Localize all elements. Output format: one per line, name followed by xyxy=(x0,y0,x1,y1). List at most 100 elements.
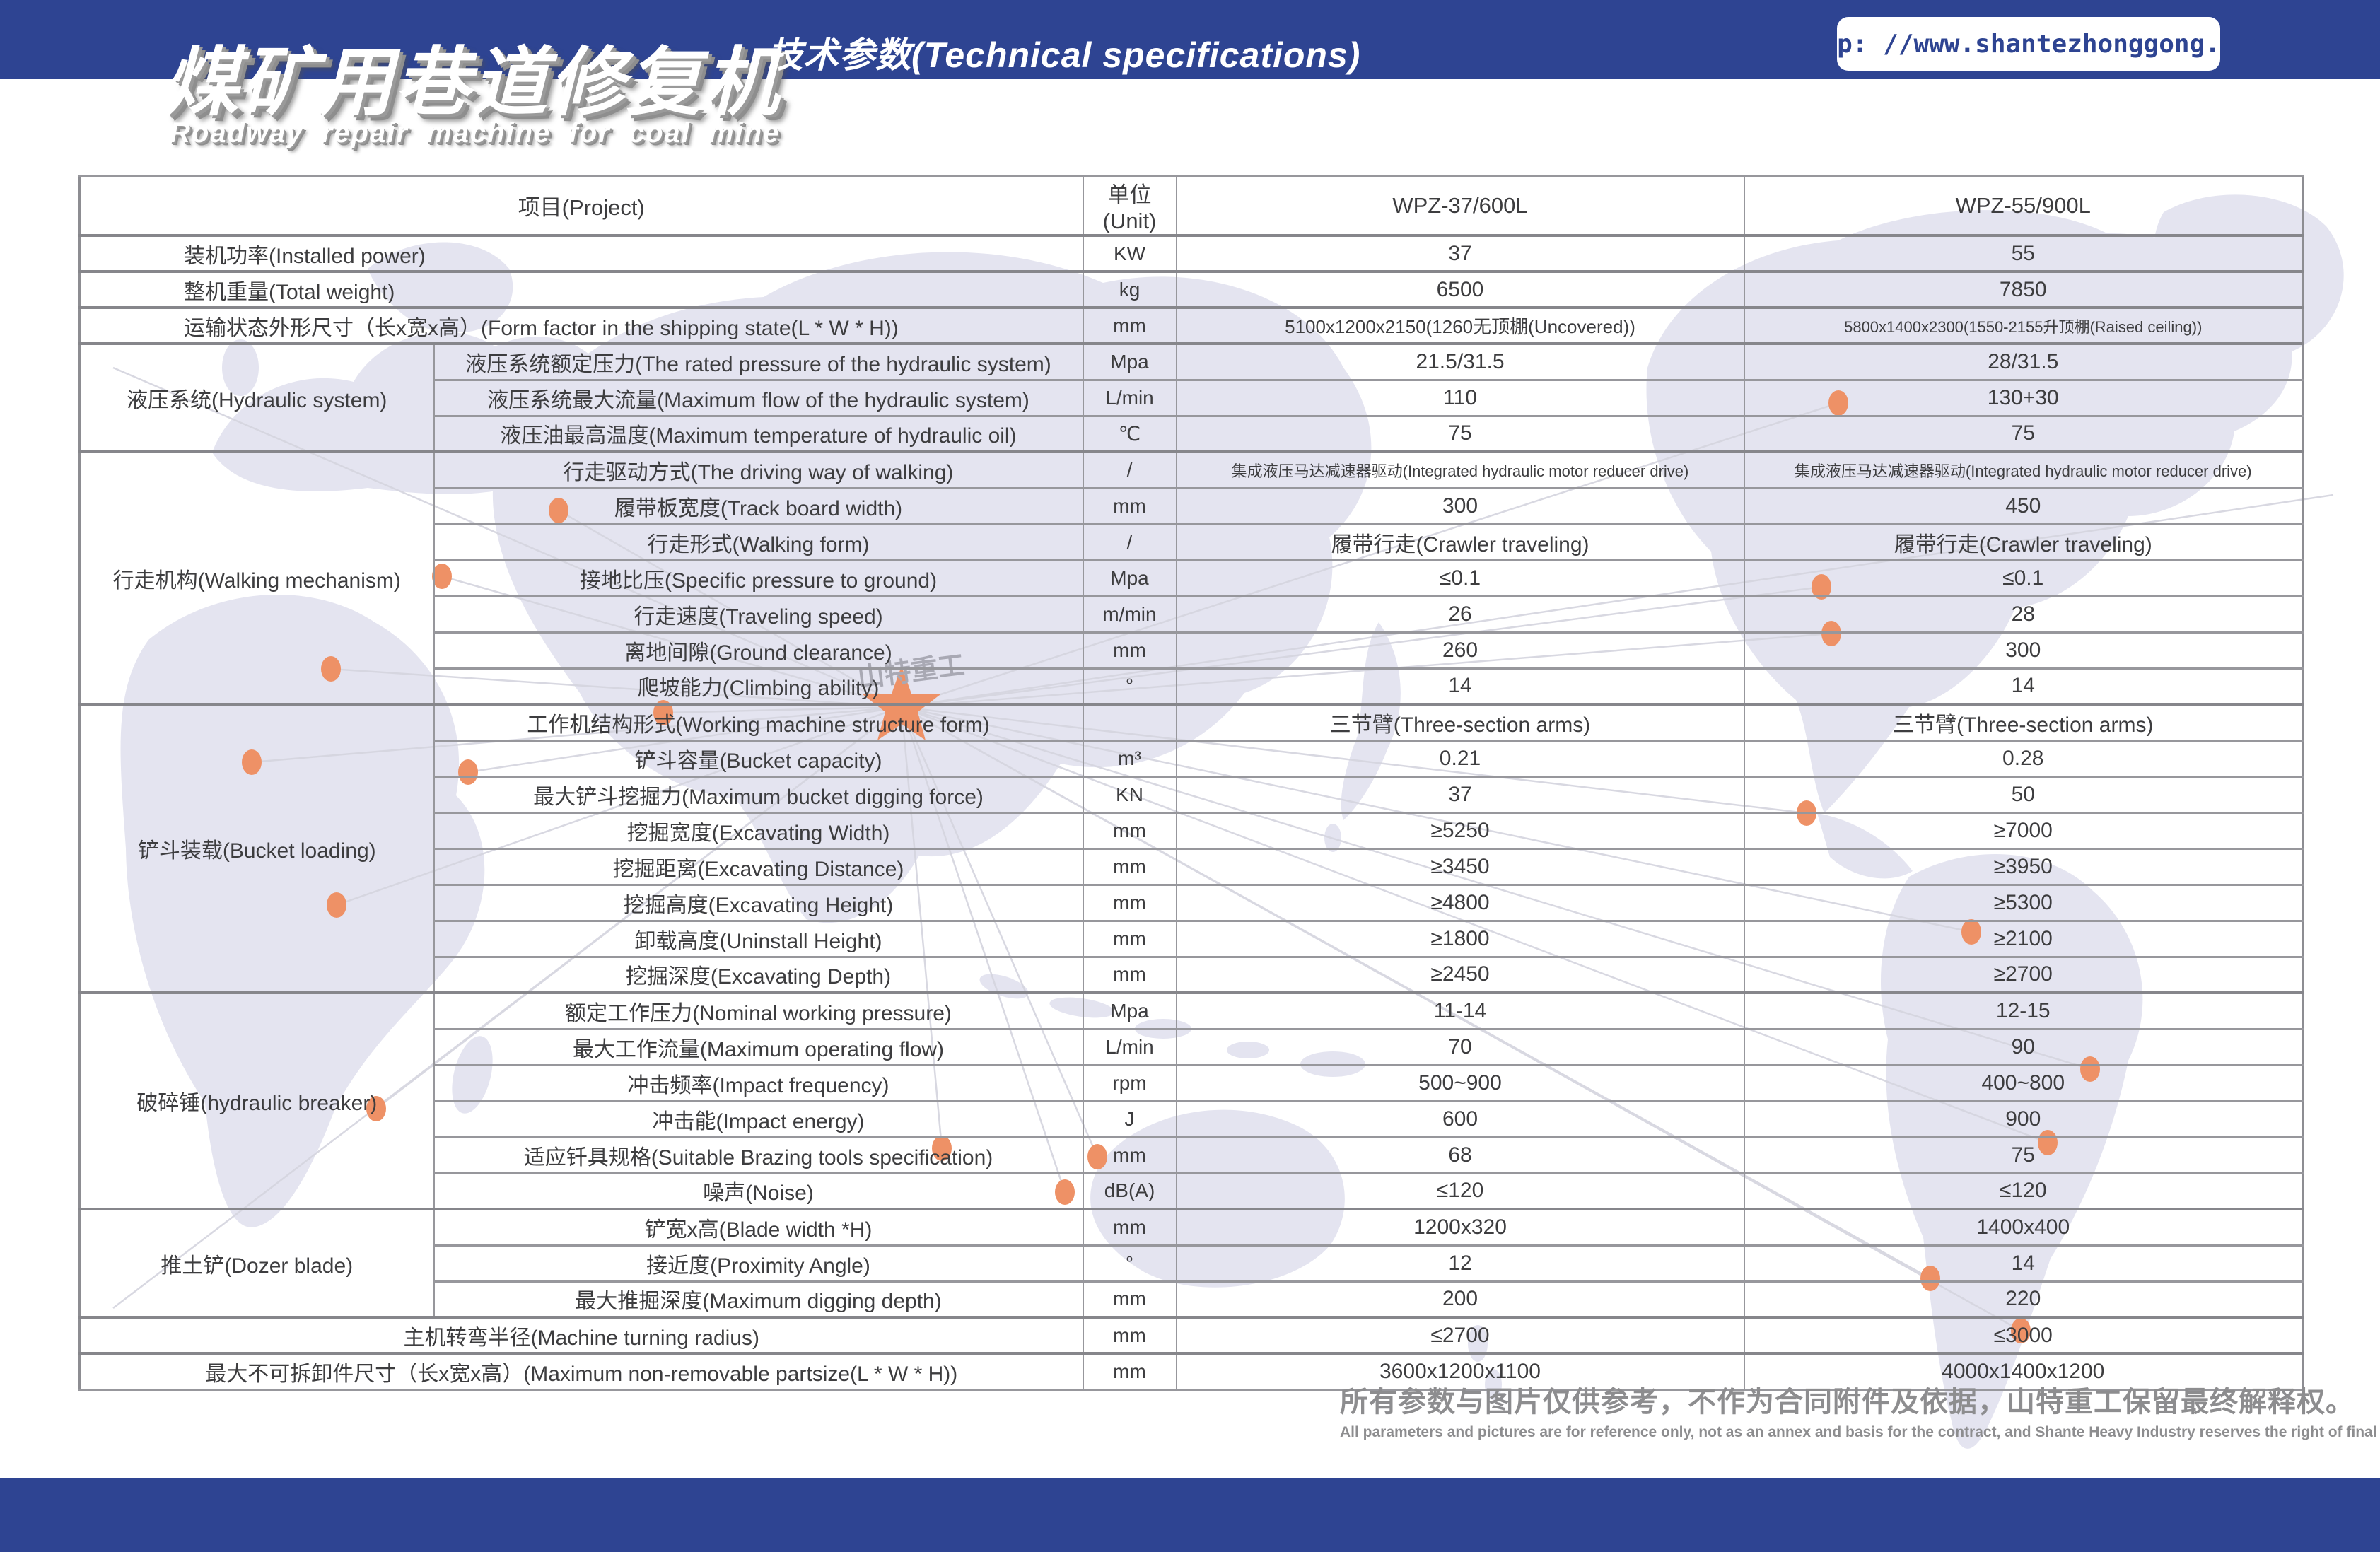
value-wpz37: 14 xyxy=(1177,668,1744,704)
value-wpz55: 14 xyxy=(1744,668,2303,704)
unit-cell: L/min xyxy=(1083,1029,1177,1065)
value-wpz37: 68 xyxy=(1177,1137,1744,1173)
unit-cell: mm xyxy=(1083,1353,1177,1389)
value-wpz55: 50 xyxy=(1744,776,2303,812)
table-row: 推土铲(Dozer blade)铲宽x高(Blade width *H)mm12… xyxy=(80,1209,2303,1245)
value-wpz55: 7850 xyxy=(1744,272,2303,308)
spec-label: 行走速度(Traveling speed) xyxy=(434,596,1083,632)
spec-label: 装机功率(Installed power) xyxy=(80,235,1083,272)
value-wpz37: 300 xyxy=(1177,488,1744,524)
unit-cell: J xyxy=(1083,1101,1177,1137)
value-wpz37: ≥3450 xyxy=(1177,848,1744,885)
unit-cell: mm xyxy=(1083,812,1177,848)
value-wpz55: 1400x400 xyxy=(1744,1209,2303,1245)
unit-cell: mm xyxy=(1083,1209,1177,1245)
value-wpz55: ≥5300 xyxy=(1744,885,2303,921)
unit-cell: m³ xyxy=(1083,740,1177,776)
value-wpz55: 14 xyxy=(1744,1245,2303,1281)
value-wpz37: 1200x320 xyxy=(1177,1209,1744,1245)
spec-label: 额定工作压力(Nominal working pressure) xyxy=(434,993,1083,1029)
spec-label: 整机重量(Total weight) xyxy=(80,272,1083,308)
value-wpz37: ≥5250 xyxy=(1177,812,1744,848)
footer-band xyxy=(0,1478,2380,1552)
page-title-english: Roadway repair machine for coal mine xyxy=(170,117,780,149)
spec-label: 冲击频率(Impact frequency) xyxy=(434,1065,1083,1101)
value-wpz55: 130+30 xyxy=(1744,380,2303,416)
value-wpz37: ≤120 xyxy=(1177,1173,1744,1209)
brochure-page: { "header": { "title_cn": "煤矿用巷道修复机", "t… xyxy=(0,0,2380,1552)
value-wpz55: ≤0.1 xyxy=(1744,560,2303,596)
value-wpz37: 75 xyxy=(1177,416,1744,452)
spec-label: 挖掘距离(Excavating Distance) xyxy=(434,848,1083,885)
group-label: 推土铲(Dozer blade) xyxy=(80,1209,434,1317)
spec-label: 离地间隙(Ground clearance) xyxy=(434,632,1083,668)
spec-label: 适应钎具规格(Suitable Brazing tools specificat… xyxy=(434,1137,1083,1173)
unit-cell: Mpa xyxy=(1083,344,1177,380)
spec-label: 行走驱动方式(The driving way of walking) xyxy=(434,452,1083,488)
value-wpz55: 75 xyxy=(1744,1137,2303,1173)
website-url-badge[interactable]: Http: //www.shantezhonggong.com xyxy=(1837,17,2220,71)
value-wpz37: 0.21 xyxy=(1177,740,1744,776)
value-wpz37: 21.5/31.5 xyxy=(1177,344,1744,380)
value-wpz55: 300 xyxy=(1744,632,2303,668)
table-row: 装机功率(Installed power)KW3755 xyxy=(80,235,2303,272)
table-row: 破碎锤(hydraulic breaker)额定工作压力(Nominal wor… xyxy=(80,993,2303,1029)
disclaimer: 所有参数与图片仅供参考，不作为合同附件及依据，山特重工保留最终解释权。 All … xyxy=(1340,1379,2245,1441)
specifications-table: 项目(Project)单位(Unit)WPZ-37/600LWPZ-55/900… xyxy=(78,175,2304,1391)
spec-label: 工作机结构形式(Working machine structure form) xyxy=(434,704,1083,740)
value-wpz37: 500~900 xyxy=(1177,1065,1744,1101)
value-wpz55: ≤3000 xyxy=(1744,1317,2303,1353)
value-wpz37: 履带行走(Crawler traveling) xyxy=(1177,524,1744,560)
column-header: WPZ-55/900L xyxy=(1744,176,2303,236)
value-wpz37: ≥4800 xyxy=(1177,885,1744,921)
value-wpz55: 0.28 xyxy=(1744,740,2303,776)
unit-cell: dB(A) xyxy=(1083,1173,1177,1209)
spec-label: 接地比压(Specific pressure to ground) xyxy=(434,560,1083,596)
unit-cell: mm xyxy=(1083,632,1177,668)
spec-label: 液压油最高温度(Maximum temperature of hydraulic… xyxy=(434,416,1083,452)
unit-cell: ° xyxy=(1083,1245,1177,1281)
table-header-row: 项目(Project)单位(Unit)WPZ-37/600LWPZ-55/900… xyxy=(80,176,2303,236)
unit-cell: mm xyxy=(1083,1281,1177,1317)
table-row: 液压系统(Hydraulic system)液压系统额定压力(The rated… xyxy=(80,344,2303,380)
spec-label: 最大铲斗挖掘力(Maximum bucket digging force) xyxy=(434,776,1083,812)
page-title-chinese: 煤矿用巷道修复机 xyxy=(164,21,781,130)
value-wpz55: 5800x1400x2300(1550-2155升顶棚(Raised ceili… xyxy=(1744,308,2303,344)
spec-label: 噪声(Noise) xyxy=(434,1173,1083,1209)
value-wpz55: 55 xyxy=(1744,235,2303,272)
spec-label: 冲击能(Impact energy) xyxy=(434,1101,1083,1137)
value-wpz55: 400~800 xyxy=(1744,1065,2303,1101)
value-wpz55: 450 xyxy=(1744,488,2303,524)
value-wpz55: ≥2700 xyxy=(1744,957,2303,993)
unit-cell: mm xyxy=(1083,308,1177,344)
unit-cell: Mpa xyxy=(1083,560,1177,596)
group-label: 铲斗装载(Bucket loading) xyxy=(80,704,434,993)
value-wpz55: ≥7000 xyxy=(1744,812,2303,848)
section-title: 技术参数(Technical specifications) xyxy=(767,27,1360,78)
value-wpz55: 90 xyxy=(1744,1029,2303,1065)
value-wpz37: 5100x1200x2150(1260无顶棚(Uncovered)) xyxy=(1177,308,1744,344)
unit-cell: m/min xyxy=(1083,596,1177,632)
disclaimer-chinese: 所有参数与图片仅供参考，不作为合同附件及依据，山特重工保留最终解释权。 xyxy=(1340,1379,2245,1420)
table-row: 整机重量(Total weight)kg65007850 xyxy=(80,272,2303,308)
table-row: 主机转弯半径(Machine turning radius)mm≤2700≤30… xyxy=(80,1317,2303,1353)
value-wpz37: 200 xyxy=(1177,1281,1744,1317)
disclaimer-english: All parameters and pictures are for refe… xyxy=(1340,1424,2245,1441)
value-wpz55: 集成液压马达减速器驱动(Integrated hydraulic motor r… xyxy=(1744,452,2303,488)
value-wpz55: ≥3950 xyxy=(1744,848,2303,885)
spec-label: 挖掘宽度(Excavating Width) xyxy=(434,812,1083,848)
value-wpz37: 110 xyxy=(1177,380,1744,416)
value-wpz37: 600 xyxy=(1177,1101,1744,1137)
column-header: 单位(Unit) xyxy=(1083,176,1177,236)
group-label: 液压系统(Hydraulic system) xyxy=(80,344,434,452)
spec-label: 履带板宽度(Track board width) xyxy=(434,488,1083,524)
unit-cell: mm xyxy=(1083,921,1177,957)
spec-label: 卸载高度(Uninstall Height) xyxy=(434,921,1083,957)
unit-cell: mm xyxy=(1083,957,1177,993)
value-wpz55: 220 xyxy=(1744,1281,2303,1317)
value-wpz37: 37 xyxy=(1177,235,1744,272)
table-row: 行走机构(Walking mechanism)行走驱动方式(The drivin… xyxy=(80,452,2303,488)
unit-cell: / xyxy=(1083,452,1177,488)
value-wpz37: 260 xyxy=(1177,632,1744,668)
unit-cell: mm xyxy=(1083,885,1177,921)
